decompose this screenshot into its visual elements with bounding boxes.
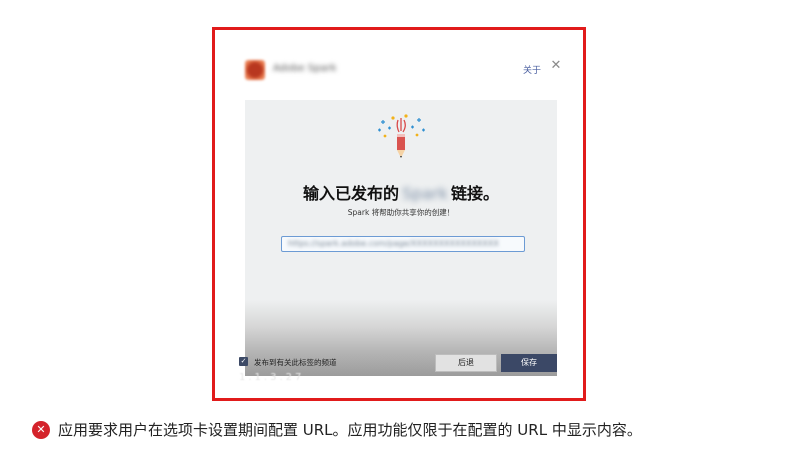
headline-suffix: 链接。 bbox=[450, 184, 499, 203]
caption-text: 应用要求用户在选项卡设置期间配置 URL。应用功能仅限于在配置的 URL 中显示… bbox=[58, 421, 642, 439]
subline: Spark 将帮助你共享你的创建！ bbox=[347, 208, 455, 217]
headline-prefix: 输入已发布的 bbox=[303, 184, 400, 203]
close-icon[interactable]: ✕ bbox=[549, 59, 563, 73]
publish-channel-checkbox[interactable]: ✓ bbox=[239, 357, 248, 366]
headline-blurred-word: Spark bbox=[402, 184, 448, 203]
dialog-footer: ✓ 发布到有关此标签的频道 后退 保存 bbox=[239, 350, 559, 372]
celebration-pencil-icon bbox=[373, 112, 429, 162]
content-panel: 输入已发布的 Spark 链接。 Spark 将帮助你共享你的创建！ https:/… bbox=[245, 100, 557, 376]
save-button[interactable]: 保存 bbox=[501, 354, 557, 372]
url-input[interactable]: https://spark.adobe.com/page/XXXXXXXXXXX… bbox=[281, 236, 525, 252]
about-link[interactable]: 关于 bbox=[523, 63, 541, 76]
back-button[interactable]: 后退 bbox=[435, 354, 497, 372]
app-logo-icon bbox=[245, 60, 265, 80]
dialog-header: Adobe Spark 关于 ✕ bbox=[245, 57, 563, 83]
version-ghost-text: 1.1.3.27 bbox=[239, 372, 305, 383]
highlight-frame: Adobe Spark 关于 ✕ 输入已发布的 Spark 链接。 Spark … bbox=[212, 27, 586, 401]
error-icon: ✕ bbox=[32, 421, 50, 439]
app-name: Adobe Spark bbox=[273, 63, 337, 74]
url-value: https://spark.adobe.com/page/XXXXXXXXXXX… bbox=[288, 239, 499, 248]
publish-channel-label: 发布到有关此标签的频道 bbox=[254, 358, 337, 367]
headline: 输入已发布的 Spark 链接。 bbox=[245, 180, 557, 204]
